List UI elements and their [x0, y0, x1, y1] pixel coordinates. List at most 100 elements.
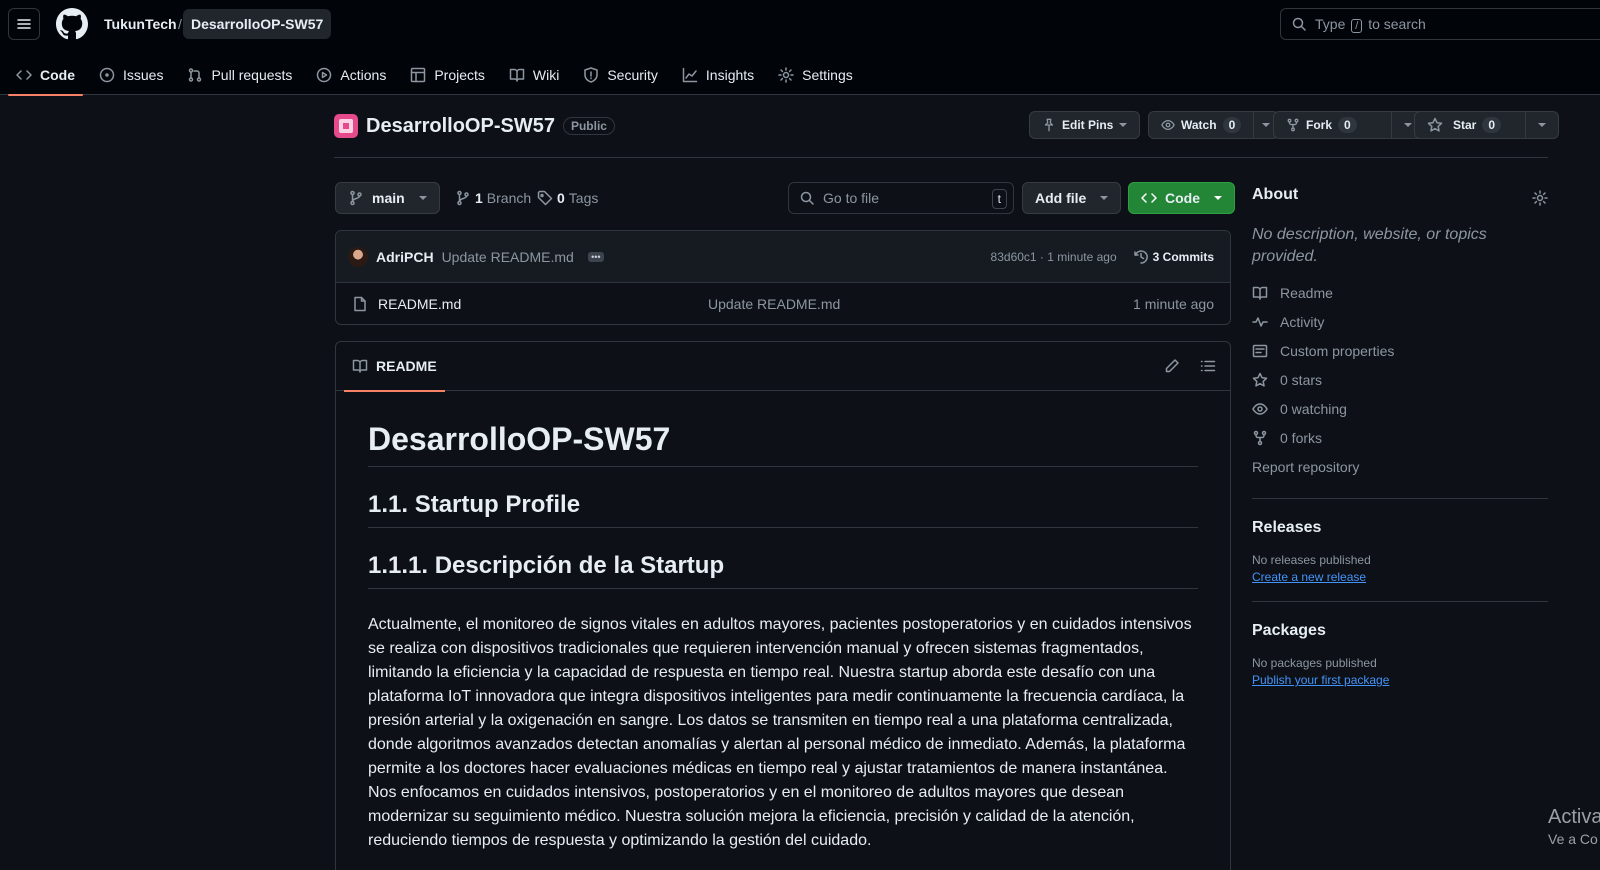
- sidebar-item-watching[interactable]: 0 watching: [1252, 394, 1548, 423]
- tab-label: Insights: [705, 67, 755, 83]
- readme-tools: [1164, 358, 1216, 374]
- publish-package-link[interactable]: Publish your first package: [1252, 673, 1548, 687]
- sidebar-item-label: 0 watching: [1280, 400, 1347, 417]
- fork-group: Fork 0: [1273, 111, 1425, 139]
- tab-pull-requests[interactable]: Pull requests: [179, 55, 300, 95]
- sidebar-item-label: Custom properties: [1280, 342, 1395, 359]
- file-name[interactable]: README.md: [378, 296, 461, 312]
- star-count: 0: [1482, 117, 1502, 133]
- org-avatar[interactable]: [334, 114, 358, 138]
- graph-icon: [682, 67, 698, 83]
- tab-label: Security: [607, 67, 658, 83]
- chevron-down-icon: [418, 196, 427, 200]
- watermark-line: Activa: [1548, 806, 1600, 828]
- tab-label: Pull requests: [211, 67, 293, 83]
- readme-paragraph: Actualmente, el monitoreo de signos vita…: [368, 616, 1192, 849]
- sidebar-item-label: 0 forks: [1280, 429, 1323, 446]
- tab-label: Settings: [802, 67, 853, 83]
- gear-icon[interactable]: [1532, 190, 1548, 206]
- repo-tabs: Code Issues Pull requests Actions Projec…: [0, 55, 869, 96]
- search-input[interactable]: Type / to search: [1280, 8, 1600, 40]
- readme-tab[interactable]: README: [344, 342, 445, 392]
- about-list: Readme Activity Custom properties 0 star…: [1252, 278, 1548, 481]
- tab-wiki[interactable]: Wiki: [501, 55, 567, 95]
- chevron-down-icon: [1214, 196, 1222, 200]
- sidebar-item-stars[interactable]: 0 stars: [1252, 365, 1548, 394]
- readme-title: DesarrolloOP-SW57: [368, 421, 1198, 467]
- play-icon: [317, 67, 332, 83]
- repo-link[interactable]: DesarrolloOP-SW57: [183, 9, 332, 39]
- edit-pins-group: Edit Pins: [1029, 111, 1141, 139]
- packages-title[interactable]: Packages: [1252, 622, 1548, 640]
- releases-title[interactable]: Releases: [1252, 519, 1548, 537]
- branches-label: Branch: [486, 190, 532, 206]
- tab-issues[interactable]: Issues: [91, 55, 171, 95]
- tab-projects[interactable]: Projects: [402, 55, 493, 95]
- menu-button[interactable]: [8, 8, 40, 40]
- tab-security[interactable]: Security: [575, 55, 666, 95]
- file-icon: [354, 296, 366, 312]
- code-icon: [1141, 193, 1157, 203]
- tab-label: Actions: [340, 67, 387, 83]
- sidebar-item-readme[interactable]: Readme: [1252, 278, 1548, 307]
- commits-link[interactable]: 3 Commits: [1133, 249, 1214, 265]
- search-icon: [1292, 17, 1306, 31]
- shield-icon: [584, 67, 599, 83]
- outline-list-icon[interactable]: [1200, 358, 1216, 374]
- commit-author[interactable]: AdriPCH: [376, 249, 434, 265]
- tab-actions[interactable]: Actions: [308, 55, 394, 95]
- readme-panel: README DesarrolloOP-SW57 1.1. Startup Pr…: [335, 341, 1231, 870]
- sidebar-item-custom-properties[interactable]: Custom properties: [1252, 336, 1548, 365]
- table-row[interactable]: README.md Update README.md 1 minute ago: [336, 283, 1230, 324]
- chevron-down-icon: [1119, 123, 1128, 127]
- repo-name[interactable]: DesarrolloOP-SW57: [366, 115, 555, 138]
- go-to-file-input[interactable]: Go to file t: [788, 182, 1014, 214]
- releases-empty-text: No releases published: [1252, 553, 1371, 567]
- ellipsis-icon[interactable]: •••: [587, 251, 604, 262]
- code-button[interactable]: Code: [1128, 182, 1235, 214]
- pencil-icon[interactable]: [1164, 358, 1180, 374]
- eye-icon: [1252, 402, 1268, 415]
- edit-pins-button[interactable]: Edit Pins: [1029, 111, 1141, 139]
- add-file-button[interactable]: Add file: [1022, 182, 1122, 214]
- edit-pins-label: Edit Pins: [1062, 118, 1114, 132]
- fork-icon: [1287, 118, 1299, 132]
- avatar[interactable]: [348, 246, 368, 267]
- sidebar-item-activity[interactable]: Activity: [1252, 307, 1548, 336]
- report-repository-link[interactable]: Report repository: [1252, 452, 1548, 481]
- star-dropdown-button[interactable]: [1526, 111, 1560, 139]
- chevron-down-icon: [1403, 123, 1412, 127]
- windows-activation-watermark: Activa Ve a Co: [1548, 806, 1600, 850]
- pin-icon: [1044, 118, 1054, 132]
- readme-heading: 1.1.1. Descripción de la Startup: [368, 552, 1198, 589]
- file-commit-message[interactable]: Update README.md: [708, 296, 840, 312]
- search-placeholder: Type / to search: [1315, 15, 1426, 33]
- tags-link[interactable]: 0 Tags: [537, 190, 598, 206]
- readme-header: README: [336, 342, 1230, 392]
- pull-request-icon: [189, 68, 202, 82]
- github-logo-icon[interactable]: [56, 8, 88, 40]
- commit-message[interactable]: Update README.md: [442, 249, 574, 265]
- note-icon: [1252, 344, 1268, 357]
- watermark-line: Ve a Co: [1548, 831, 1598, 847]
- create-release-link[interactable]: Create a new release: [1252, 570, 1548, 584]
- tab-insights[interactable]: Insights: [674, 55, 762, 95]
- branch-selector[interactable]: main: [335, 182, 440, 214]
- star-button[interactable]: Star 0: [1414, 111, 1527, 139]
- tab-label: Projects: [434, 67, 485, 83]
- sidebar-item-label: 0 stars: [1280, 371, 1323, 388]
- about-title: About: [1252, 186, 1299, 203]
- visibility-badge: Public: [562, 117, 615, 135]
- tab-code[interactable]: Code: [8, 55, 83, 96]
- branches-link[interactable]: 1 Branch: [455, 190, 531, 206]
- fork-button[interactable]: Fork 0: [1273, 111, 1392, 139]
- tab-settings[interactable]: Settings: [770, 55, 861, 95]
- divider: [1252, 601, 1548, 602]
- code-label: Code: [1165, 190, 1200, 206]
- sidebar-item-forks[interactable]: 0 forks: [1252, 423, 1548, 452]
- fork-icon: [1253, 430, 1267, 445]
- watch-button[interactable]: Watch 0: [1148, 111, 1255, 139]
- table-icon: [411, 67, 426, 83]
- commit-hash[interactable]: 83d60c1 · 1 minute ago: [991, 250, 1117, 264]
- owner-link[interactable]: TukunTech: [104, 16, 177, 32]
